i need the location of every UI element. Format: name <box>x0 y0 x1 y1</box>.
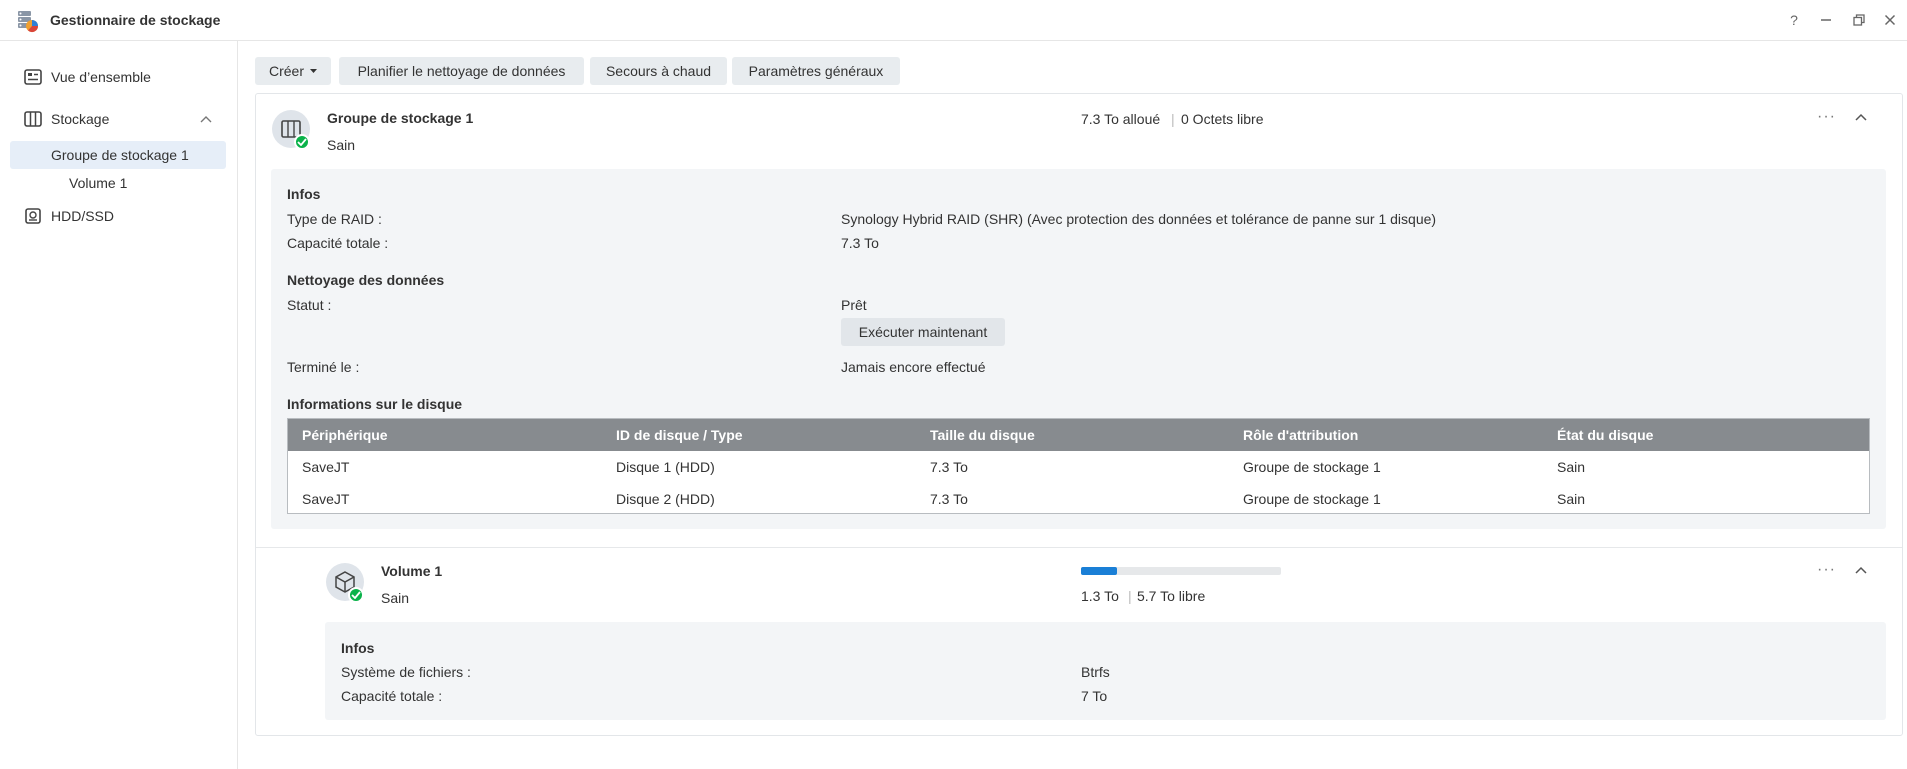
table-cell-disk-id: Disque 1 (HDD) <box>616 459 715 475</box>
scrub-finished-label: Terminé le : <box>287 359 360 375</box>
create-button-label: Créer <box>268 63 304 79</box>
global-settings-button[interactable]: Paramètres généraux <box>732 57 900 85</box>
title-bar: Gestionnaire de stockage ? <box>0 0 1907 41</box>
sidebar-item-hdd-ssd[interactable]: HDD/SSD <box>10 202 226 230</box>
storage-pool-status: Sain <box>327 137 356 153</box>
close-icon <box>1884 14 1896 26</box>
volume-usage-bar <box>1081 567 1281 575</box>
file-system-value: Btrfs <box>1081 664 1110 680</box>
sidebar: Vue d’ensemble Stockage Groupe de stocka… <box>0 41 238 769</box>
table-row[interactable]: SaveJT Disque 2 (HDD) 7.3 To Groupe de s… <box>288 483 1869 515</box>
pool-allocated: 7.3 To alloué <box>1081 111 1161 127</box>
window-title: Gestionnaire de stockage <box>50 12 221 28</box>
volume-used: 1.3 To <box>1081 588 1119 604</box>
volume-name: Volume 1 <box>381 563 443 579</box>
table-cell-disk-state: Sain <box>1557 491 1586 507</box>
run-now-label: Exécuter maintenant <box>858 324 988 340</box>
column-header-disk-id: ID de disque / Type <box>616 427 743 443</box>
sidebar-item-label: Groupe de stockage 1 <box>51 147 189 163</box>
sidebar-item-label: Volume 1 <box>69 175 128 191</box>
pool-collapse-icon[interactable] <box>1854 112 1868 122</box>
scrub-title: Nettoyage des données <box>287 272 445 288</box>
schedule-scrub-button[interactable]: Planifier le nettoyage de données <box>339 57 584 85</box>
column-header-disk-size: Taille du disque <box>930 427 1035 443</box>
pool-capacity-label: Capacité totale : <box>287 235 389 251</box>
healthy-check-icon <box>348 587 364 603</box>
disk-table-header: Périphérique ID de disque / Type Taille … <box>288 419 1869 451</box>
volume-more-button[interactable]: ··· <box>1817 561 1836 579</box>
file-system-label: Système de fichiers : <box>341 664 471 680</box>
storage-manager-app-icon <box>18 11 39 33</box>
hdd-icon <box>25 208 41 224</box>
table-cell-role: Groupe de stockage 1 <box>1243 491 1381 507</box>
volume-status: Sain <box>381 590 410 606</box>
volume-capacity-label: Capacité totale : <box>341 688 443 704</box>
storage-icon <box>24 111 42 127</box>
storage-manager-window: Gestionnaire de stockage ? Vue d’ensembl… <box>0 0 1907 769</box>
sidebar-item-volume[interactable]: Volume 1 <box>10 169 226 197</box>
pool-separator: | <box>1171 111 1175 127</box>
scrub-status-value: Prêt <box>841 297 867 313</box>
close-button[interactable] <box>1879 9 1901 31</box>
run-now-button[interactable]: Exécuter maintenant <box>841 318 1005 346</box>
schedule-scrub-label: Planifier le nettoyage de données <box>357 63 566 79</box>
chevron-up-icon[interactable] <box>200 115 212 123</box>
overview-icon <box>24 69 42 85</box>
volume-free: 5.7 To libre <box>1137 588 1206 604</box>
storage-pool-name: Groupe de stockage 1 <box>327 110 474 126</box>
hot-spare-button[interactable]: Secours à chaud <box>590 57 727 85</box>
section-divider <box>256 547 1902 548</box>
column-header-device: Périphérique <box>302 427 388 443</box>
column-header-role: Rôle d'attribution <box>1243 427 1359 443</box>
column-header-disk-state: État du disque <box>1557 427 1654 443</box>
raid-type-label: Type de RAID : <box>287 211 382 227</box>
create-button[interactable]: Créer <box>255 57 331 85</box>
volume-info-title: Infos <box>341 640 375 656</box>
pool-free: 0 Octets libre <box>1181 111 1264 127</box>
volume-capacity-value: 7 To <box>1081 688 1108 704</box>
help-icon: ? <box>1790 12 1798 28</box>
table-row[interactable]: SaveJT Disque 1 (HDD) 7.3 To Groupe de s… <box>288 451 1869 483</box>
global-settings-label: Paramètres généraux <box>748 63 884 79</box>
sidebar-item-label: HDD/SSD <box>51 208 115 224</box>
sidebar-item-overview[interactable]: Vue d’ensemble <box>10 63 226 91</box>
caret-down-icon <box>310 69 317 73</box>
sidebar-item-storage-pool[interactable]: Groupe de stockage 1 <box>10 141 226 169</box>
hot-spare-label: Secours à chaud <box>605 63 712 79</box>
sidebar-item-label: Stockage <box>51 111 110 127</box>
pool-more-button[interactable]: ··· <box>1817 108 1836 126</box>
volume-separator: | <box>1128 588 1132 604</box>
table-cell-disk-id: Disque 2 (HDD) <box>616 491 715 507</box>
table-cell-disk-size: 7.3 To <box>930 459 968 475</box>
table-cell-device: SaveJT <box>302 459 350 475</box>
restore-button[interactable] <box>1848 9 1870 31</box>
minimize-icon <box>1821 19 1831 21</box>
sidebar-item-storage[interactable]: Stockage <box>10 105 226 133</box>
raid-type-value: Synology Hybrid RAID (SHR) (Avec protect… <box>841 211 1437 227</box>
volume-usage-fill <box>1081 567 1117 575</box>
disk-table: Périphérique ID de disque / Type Taille … <box>287 418 1870 514</box>
scrub-finished-value: Jamais encore effectué <box>841 359 986 375</box>
help-button[interactable]: ? <box>1783 9 1805 31</box>
sidebar-item-label: Vue d’ensemble <box>51 69 151 85</box>
table-cell-disk-state: Sain <box>1557 459 1586 475</box>
scrub-status-label: Statut : <box>287 297 332 313</box>
pool-capacity-value: 7.3 To <box>841 235 879 251</box>
table-cell-disk-size: 7.3 To <box>930 491 968 507</box>
table-cell-role: Groupe de stockage 1 <box>1243 459 1381 475</box>
restore-icon <box>1853 14 1865 26</box>
table-cell-device: SaveJT <box>302 491 350 507</box>
minimize-button[interactable] <box>1815 9 1837 31</box>
pool-info-title: Infos <box>287 186 321 202</box>
disk-info-title: Informations sur le disque <box>287 396 463 412</box>
healthy-check-icon <box>294 134 310 150</box>
volume-collapse-icon[interactable] <box>1854 565 1868 575</box>
